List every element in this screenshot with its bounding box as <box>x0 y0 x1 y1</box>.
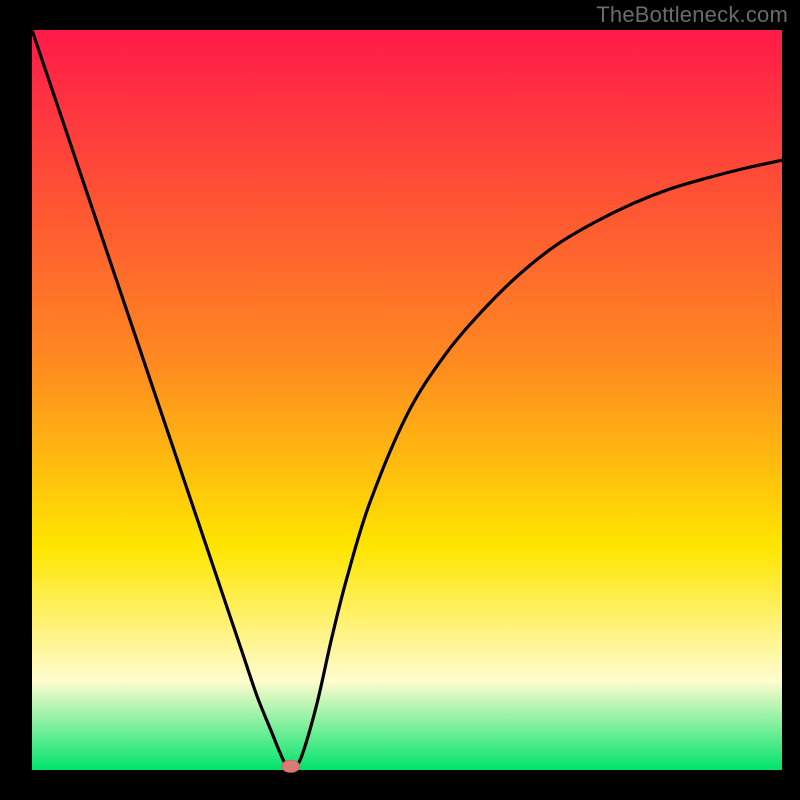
plot-background <box>32 30 782 770</box>
bottleneck-chart <box>0 0 800 800</box>
optimal-point-marker <box>282 760 300 772</box>
chart-frame: TheBottleneck.com <box>0 0 800 800</box>
